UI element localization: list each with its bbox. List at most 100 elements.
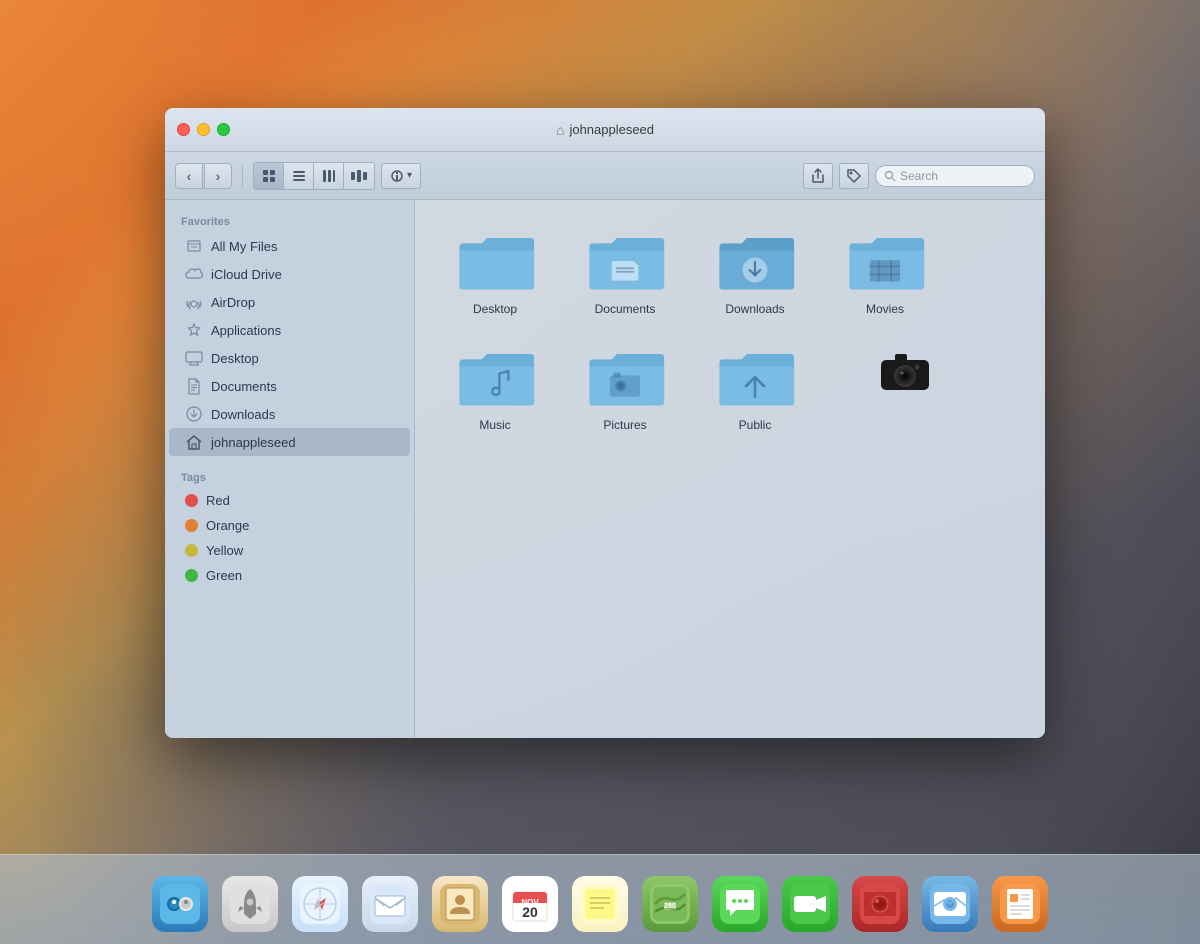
forward-button[interactable]: › (204, 163, 232, 189)
sidebar-tag-yellow[interactable]: Yellow (169, 538, 410, 563)
sidebar-item-label: Applications (211, 323, 281, 338)
folder-icon-movies (845, 230, 925, 294)
all-my-files-icon (185, 237, 203, 255)
sidebar-item-label: Yellow (206, 543, 243, 558)
svg-text:20: 20 (522, 904, 538, 920)
dock-item-messages[interactable] (708, 868, 772, 932)
sidebar-tag-orange[interactable]: Orange (169, 513, 410, 538)
sidebar-tag-green[interactable]: Green (169, 563, 410, 588)
dock: NOV 20 280 (0, 854, 1200, 944)
view-buttons (253, 162, 375, 190)
folder-icon-downloads (715, 230, 795, 294)
sidebar-item-label: Green (206, 568, 242, 583)
photobooth-icon (852, 876, 908, 932)
folder-label-desktop: Desktop (473, 302, 517, 316)
calendar-icon: NOV 20 (502, 876, 558, 932)
column-view-button[interactable] (314, 163, 344, 189)
safari-icon (292, 876, 348, 932)
red-tag-dot (185, 494, 198, 507)
folder-icon-documents (585, 230, 665, 294)
finder-window: ⌂ johnappleseed ‹ › (165, 108, 1045, 738)
tags-header: Tags (165, 466, 414, 488)
messages-icon (712, 876, 768, 932)
search-bar[interactable]: Search (875, 165, 1035, 187)
sidebar-item-label: Red (206, 493, 230, 508)
folder-documents[interactable]: Documents (565, 220, 685, 326)
traffic-lights (177, 123, 230, 136)
nav-buttons: ‹ › (175, 163, 232, 189)
dock-item-safari[interactable] (288, 868, 352, 932)
sidebar-item-label: AirDrop (211, 295, 255, 310)
favorites-header: Favorites (165, 210, 414, 232)
folder-downloads[interactable]: Downloads (695, 220, 815, 326)
finder-icon (152, 876, 208, 932)
dock-item-pages[interactable] (988, 868, 1052, 932)
folder-icon-pictures (585, 346, 665, 410)
folder-desktop[interactable]: Desktop (435, 220, 555, 326)
desktop-icon (185, 349, 203, 367)
sidebar-item-home[interactable]: johnappleseed (169, 428, 410, 456)
orange-tag-dot (185, 519, 198, 532)
mail-icon (362, 876, 418, 932)
sidebar-item-label: All My Files (211, 239, 277, 254)
cover-flow-button[interactable] (344, 163, 374, 189)
dock-item-maps[interactable]: 280 (638, 868, 702, 932)
folder-pictures[interactable]: Pictures (565, 336, 685, 442)
title-bar: ⌂ johnappleseed (165, 108, 1045, 152)
folder-music[interactable]: Music (435, 336, 555, 442)
close-button[interactable] (177, 123, 190, 136)
arrange-button[interactable]: ▾ (381, 163, 421, 189)
sidebar-item-desktop[interactable]: Desktop (169, 344, 410, 372)
sidebar-item-documents[interactable]: Documents (169, 372, 410, 400)
sidebar-item-icloud-drive[interactable]: iCloud Drive (169, 260, 410, 288)
tag-button[interactable] (839, 163, 869, 189)
dock-item-finder[interactable] (148, 868, 212, 932)
dock-item-calendar[interactable]: NOV 20 (498, 868, 562, 932)
folder-icon-public (715, 346, 795, 410)
home-sidebar-icon (185, 433, 203, 451)
maps-icon: 280 (642, 876, 698, 932)
green-tag-dot (185, 569, 198, 582)
folder-label-documents: Documents (595, 302, 656, 316)
sidebar-item-label: johnappleseed (211, 435, 296, 450)
camera-item (845, 336, 965, 442)
folder-public[interactable]: Public (695, 336, 815, 442)
folder-label-downloads: Downloads (725, 302, 784, 316)
launchpad-icon (222, 876, 278, 932)
sidebar-item-all-my-files[interactable]: All My Files (169, 232, 410, 260)
sidebar-item-applications[interactable]: Applications (169, 316, 410, 344)
minimize-button[interactable] (197, 123, 210, 136)
folder-label-pictures: Pictures (603, 418, 646, 432)
search-icon (884, 170, 896, 182)
sidebar: Favorites All My Files iCloud (165, 200, 415, 738)
iphoto-icon (922, 876, 978, 932)
share-button[interactable] (803, 163, 833, 189)
maximize-button[interactable] (217, 123, 230, 136)
yellow-tag-dot (185, 544, 198, 557)
sidebar-item-airdrop[interactable]: AirDrop (169, 288, 410, 316)
dock-item-facetime[interactable] (778, 868, 842, 932)
back-button[interactable]: ‹ (175, 163, 203, 189)
sidebar-item-downloads[interactable]: Downloads (169, 400, 410, 428)
file-area: Desktop Documents (415, 200, 1045, 738)
list-view-button[interactable] (284, 163, 314, 189)
sidebar-item-label: Downloads (211, 407, 275, 422)
dock-item-contacts[interactable] (428, 868, 492, 932)
search-placeholder: Search (900, 169, 938, 183)
icon-view-button[interactable] (254, 163, 284, 189)
dock-item-launchpad[interactable] (218, 868, 282, 932)
folder-label-public: Public (739, 418, 772, 432)
contacts-icon (432, 876, 488, 932)
folder-movies[interactable]: Movies (825, 220, 945, 326)
dock-item-photobooth[interactable] (848, 868, 912, 932)
dock-item-mail[interactable] (358, 868, 422, 932)
folder-label-music: Music (479, 418, 510, 432)
sidebar-item-label: Desktop (211, 351, 259, 366)
downloads-icon (185, 405, 203, 423)
icloud-drive-icon (185, 265, 203, 283)
dock-item-notes[interactable] (568, 868, 632, 932)
sidebar-tag-red[interactable]: Red (169, 488, 410, 513)
sidebar-item-label: iCloud Drive (211, 267, 282, 282)
dock-item-iphoto[interactable] (918, 868, 982, 932)
sidebar-item-label: Orange (206, 518, 249, 533)
